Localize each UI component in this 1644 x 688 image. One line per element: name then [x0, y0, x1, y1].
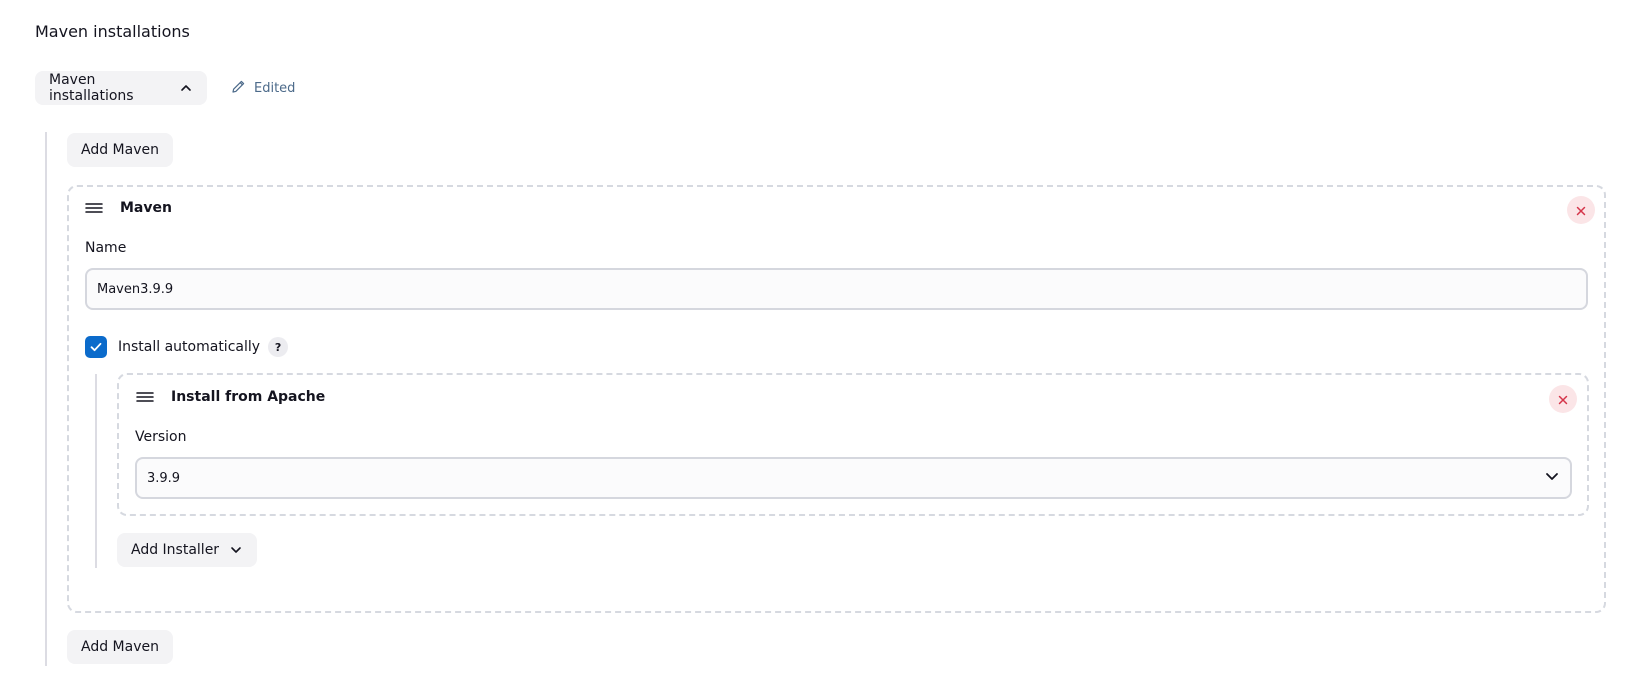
add-maven-button-top[interactable]: Add Maven	[67, 133, 173, 167]
maven-card-header: Maven	[85, 200, 172, 216]
chevron-down-icon	[229, 543, 243, 557]
install-automatically-label: Install automatically	[118, 339, 261, 355]
section-rail	[45, 132, 47, 666]
install-automatically-row: Install automatically ?	[85, 336, 289, 358]
add-installer-label: Add Installer	[131, 542, 220, 558]
maven-card-title: Maven	[120, 200, 172, 216]
chevron-up-icon	[179, 81, 193, 95]
add-installer-button[interactable]: Add Installer	[117, 533, 258, 567]
version-select[interactable]: 3.9.9	[135, 457, 1572, 499]
maven-installations-page: Maven installations Maven installations …	[0, 0, 1644, 688]
edited-label: Edited	[254, 81, 296, 96]
installer-card-title: Install from Apache	[171, 389, 326, 405]
installers-rail	[95, 374, 97, 568]
remove-maven-button[interactable]	[1567, 196, 1595, 224]
version-select-value: 3.9.9	[147, 470, 181, 486]
edited-indicator: Edited	[231, 79, 295, 98]
drag-handle-icon[interactable]	[85, 201, 103, 215]
version-label: Version	[135, 429, 187, 445]
section-title: Maven installations	[35, 22, 190, 41]
toggle-label: Maven installations	[49, 72, 134, 104]
remove-installer-button[interactable]	[1549, 385, 1577, 413]
name-input-value: Maven3.9.9	[97, 281, 174, 297]
installer-card-header: Install from Apache	[136, 389, 325, 405]
chevron-down-icon	[1544, 468, 1560, 488]
name-input[interactable]: Maven3.9.9	[85, 268, 1588, 310]
name-label: Name	[85, 240, 127, 256]
maven-installations-toggle-button[interactable]: Maven installations	[35, 71, 207, 105]
check-icon	[90, 342, 102, 352]
help-button[interactable]: ?	[268, 337, 289, 357]
pencil-icon	[231, 79, 254, 98]
close-icon	[1558, 390, 1568, 409]
add-maven-label: Add Maven	[81, 639, 159, 655]
add-maven-button-bottom[interactable]: Add Maven	[67, 630, 173, 664]
add-maven-label: Add Maven	[81, 142, 159, 158]
close-icon	[1576, 201, 1586, 220]
drag-handle-icon[interactable]	[136, 390, 154, 404]
install-automatically-checkbox[interactable]	[85, 336, 107, 358]
